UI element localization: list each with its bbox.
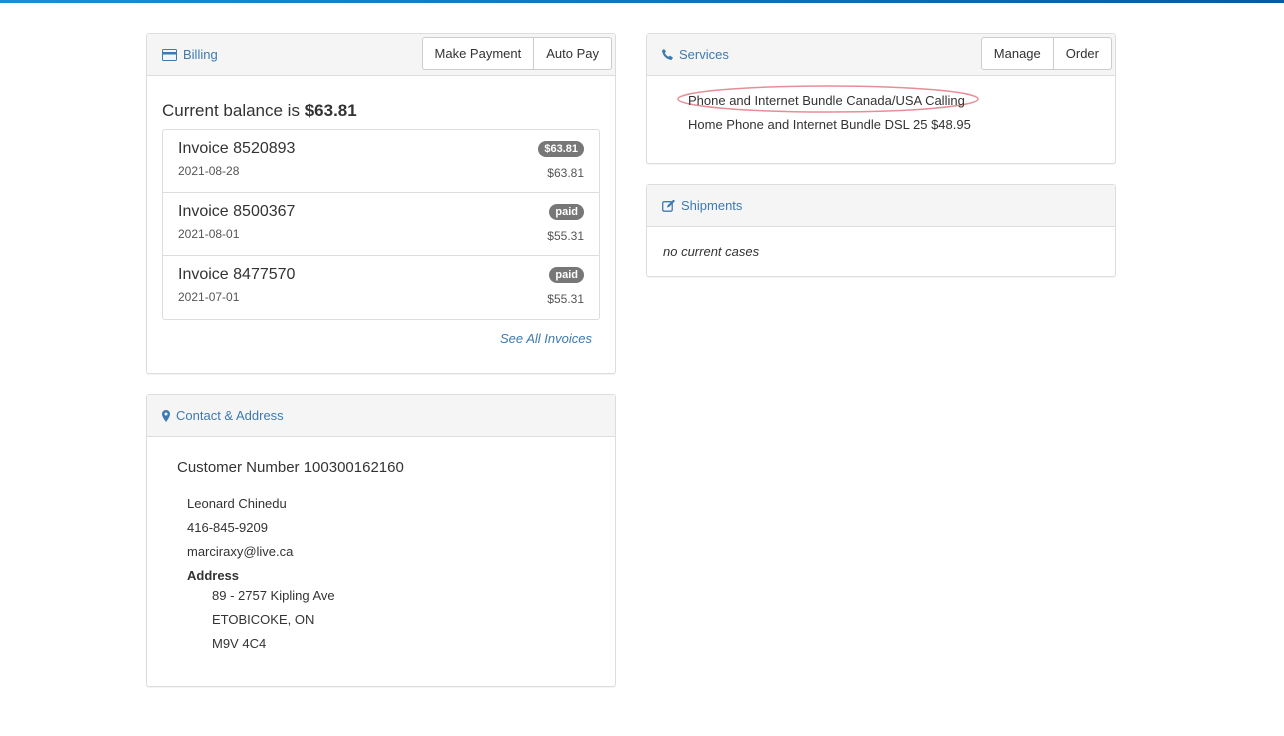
balance-amount: $63.81	[304, 101, 357, 120]
invoice-amount: $63.81	[547, 166, 584, 180]
phone-icon	[662, 49, 673, 60]
top-accent-bar	[0, 0, 1284, 3]
status-badge: paid	[549, 204, 584, 220]
current-balance: Current balance is $63.81	[162, 101, 357, 120]
invoice-name: Invoice 8520893	[178, 140, 296, 157]
make-payment-button[interactable]: Make Payment	[421, 37, 535, 70]
invoice-name: Invoice 8500367	[178, 203, 296, 220]
address-line: 89 - 2757 Kipling Ave	[212, 588, 335, 603]
credit-card-icon	[162, 48, 177, 61]
service-item: Home Phone and Internet Bundle DSL 25 $4…	[688, 117, 971, 132]
billing-title: Billing	[183, 47, 218, 62]
contact-email: marciraxy@live.ca	[187, 544, 294, 559]
status-badge: $63.81	[538, 141, 584, 157]
invoice-list: Invoice 8520893 2021-08-28 $63.81 $63.81 In…	[162, 129, 600, 320]
order-button[interactable]: Order	[1053, 37, 1112, 70]
services-panel: Services Manage Order Phone and Internet …	[646, 33, 1116, 164]
invoice-amount: $55.31	[547, 229, 584, 243]
no-cases-text: no current cases	[663, 244, 760, 259]
see-all-invoices-link[interactable]: See All Invoices	[500, 331, 592, 346]
billing-header: Billing Make Payment Auto Pay	[147, 34, 615, 76]
customer-number: Customer Number 100300162160	[177, 459, 404, 476]
invoice-item[interactable]: Invoice 8500367 2021-08-01 paid $55.31	[163, 193, 599, 256]
billing-panel: Billing Make Payment Auto Pay Current bal…	[146, 33, 616, 374]
shipments-header: Shipments	[647, 185, 1115, 227]
contact-phone: 416-845-9209	[187, 520, 268, 535]
map-marker-icon	[162, 409, 170, 422]
invoice-item[interactable]: Invoice 8520893 2021-08-28 $63.81 $63.81	[163, 130, 599, 193]
services-header: Services Manage Order	[647, 34, 1115, 76]
edit-icon	[662, 199, 675, 212]
address-line: ETOBICOKE, ON	[212, 612, 315, 627]
shipments-title: Shipments	[681, 198, 743, 213]
services-title: Services	[679, 47, 729, 62]
contact-name: Leonard Chinedu	[187, 496, 287, 511]
invoice-item[interactable]: Invoice 8477570 2021-07-01 paid $55.31	[163, 256, 599, 319]
invoice-name: Invoice 8477570	[178, 266, 296, 283]
contact-header: Contact & Address	[147, 395, 615, 437]
contact-title: Contact & Address	[176, 408, 284, 423]
status-badge: paid	[549, 267, 584, 283]
invoice-date: 2021-07-01	[178, 290, 240, 304]
manage-button[interactable]: Manage	[980, 37, 1054, 70]
invoice-date: 2021-08-28	[178, 164, 240, 178]
address-label: Address	[187, 568, 240, 583]
auto-pay-button[interactable]: Auto Pay	[534, 37, 612, 70]
shipments-panel: Shipments no current cases	[646, 184, 1116, 277]
contact-panel: Contact & Address Customer Number 100300…	[146, 394, 616, 687]
service-item: Phone and Internet Bundle Canada/USA Cal…	[688, 93, 965, 108]
invoice-date: 2021-08-01	[178, 227, 240, 241]
address-line: M9V 4C4	[212, 636, 267, 651]
invoice-amount: $55.31	[547, 292, 584, 306]
